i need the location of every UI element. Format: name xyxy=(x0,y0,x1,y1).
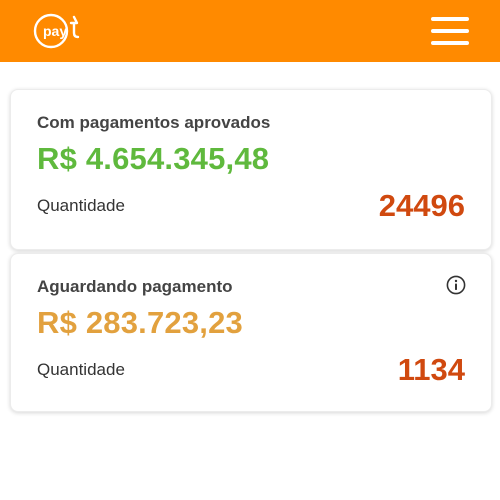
hamburger-menu-icon[interactable] xyxy=(428,15,472,47)
quantity-label: Quantidade xyxy=(37,360,125,379)
approved-amount: R$ 4.654.345,48 xyxy=(37,141,270,176)
card-title: Com pagamentos aprovados xyxy=(37,113,271,132)
app-header: pay xyxy=(0,0,500,62)
quantity-label: Quantidade xyxy=(37,196,125,215)
info-icon[interactable] xyxy=(446,275,466,295)
quantity-value: 24496 xyxy=(378,188,465,223)
svg-text:pay: pay xyxy=(43,23,67,39)
pending-payments-card: Aguardando pagamento R$ 283.723,23 Quant… xyxy=(10,253,492,412)
card-title: Aguardando pagamento xyxy=(37,277,233,296)
pending-amount: R$ 283.723,23 xyxy=(37,305,243,340)
approved-payments-card: Com pagamentos aprovados R$ 4.654.345,48… xyxy=(10,89,492,250)
payt-logo[interactable]: pay xyxy=(33,13,81,49)
quantity-value: 1134 xyxy=(397,352,465,387)
